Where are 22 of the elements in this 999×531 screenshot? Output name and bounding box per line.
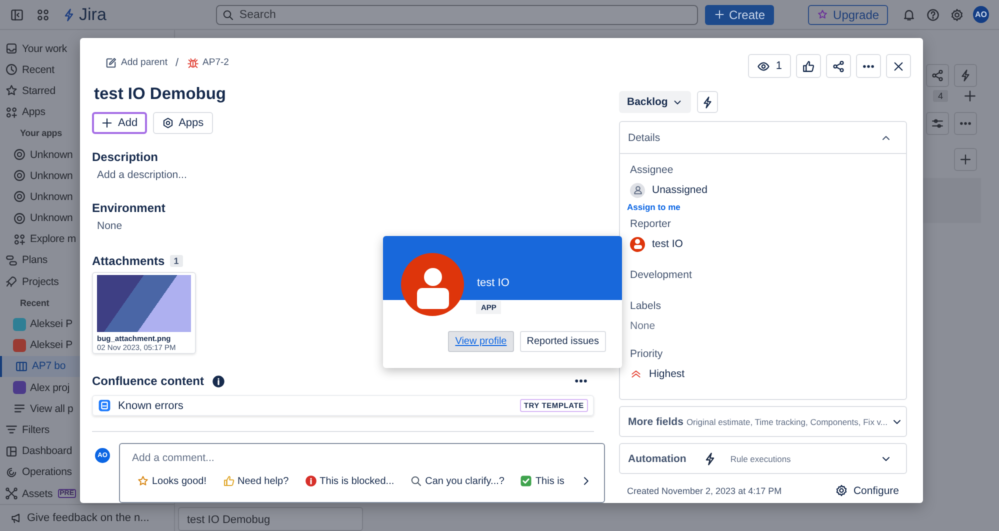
panel-summary: Rule executions <box>730 454 791 464</box>
section-heading: Environment <box>92 201 166 216</box>
breadcrumb-separator: / <box>175 56 179 69</box>
product-name: Jira <box>79 4 106 24</box>
attachment-count: 1 <box>170 255 183 268</box>
panel-title: More fields <box>628 416 684 428</box>
column-count: 4 <box>932 90 948 102</box>
field-label: Reporter <box>630 217 672 232</box>
section-heading: Confluence content <box>92 374 204 388</box>
field-label: Labels <box>630 299 662 314</box>
field-label: Priority <box>630 347 664 362</box>
section-heading: Attachments <box>92 254 165 268</box>
field-label: Development <box>630 268 693 283</box>
panel-title: Automation <box>628 452 686 464</box>
section-heading: Your apps <box>20 128 62 138</box>
section-heading: Description <box>92 150 160 164</box>
page-title: Known errors <box>118 400 184 412</box>
panel-summary: Original estimate, Time tracking, Components, Fix v... <box>686 416 888 426</box>
created-date: Created November 2, 2023 at 4:17 PM <box>627 486 782 496</box>
section-heading: Recent <box>20 298 50 308</box>
profile-name: test IO <box>477 277 510 289</box>
field-label: Assignee <box>630 163 674 178</box>
